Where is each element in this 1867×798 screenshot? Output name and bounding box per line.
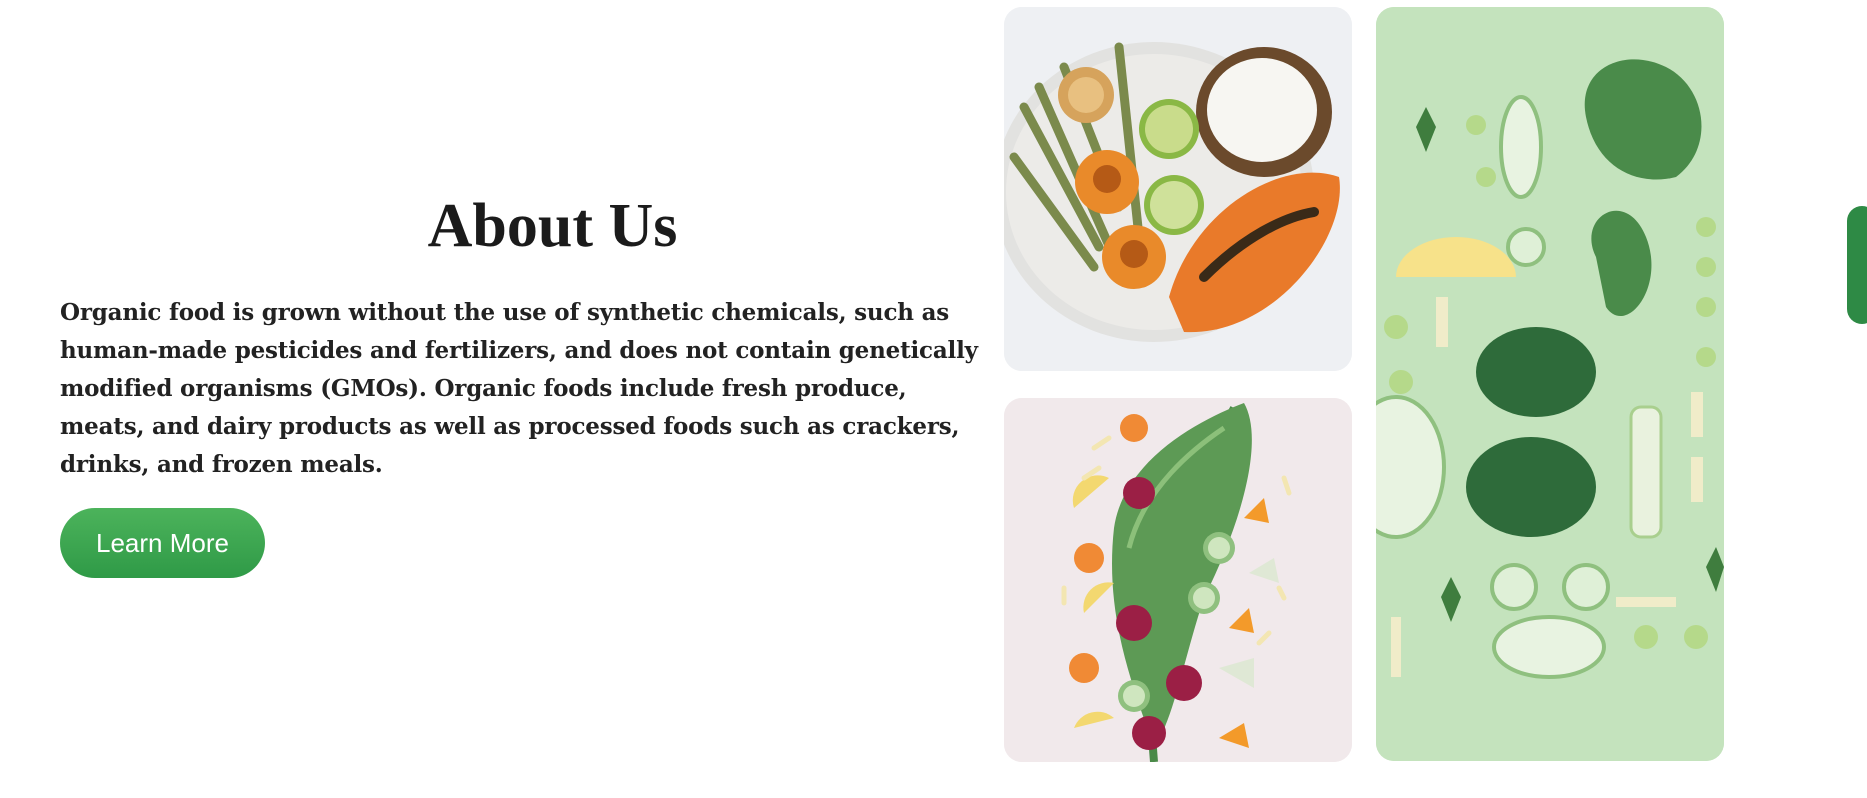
about-title: About Us <box>427 192 678 260</box>
vegetable-flatlay-photo <box>1004 398 1352 762</box>
fruit-plate-photo <box>1004 7 1352 371</box>
green-vegetables-photo <box>1376 7 1724 761</box>
about-description: Organic food is grown without the use of… <box>60 299 978 478</box>
learn-more-button[interactable]: Learn More <box>60 508 265 578</box>
about-text-block: About Us Organic food is grown without t… <box>60 195 995 578</box>
side-scroll-tab[interactable] <box>1847 206 1867 324</box>
